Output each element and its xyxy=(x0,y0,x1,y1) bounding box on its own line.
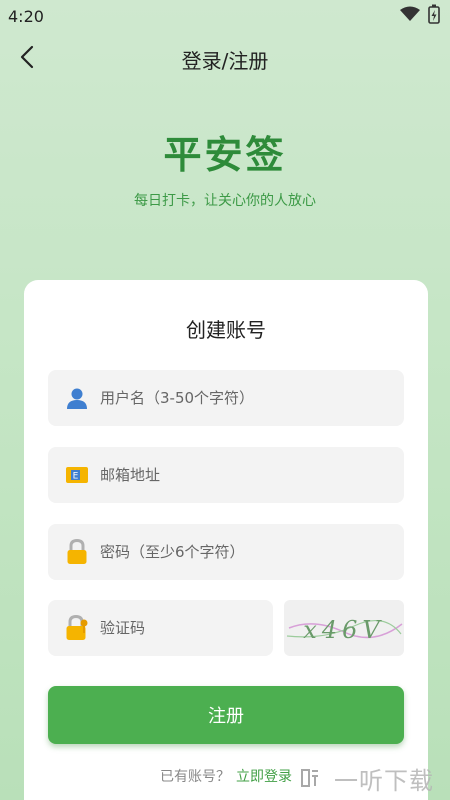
password-field[interactable] xyxy=(48,524,404,580)
watermark-text: 一听下载 xyxy=(334,766,434,795)
wifi-icon xyxy=(400,6,420,26)
email-icon: E xyxy=(64,462,90,488)
status-icons xyxy=(400,4,440,28)
captcha-input[interactable] xyxy=(100,619,260,637)
header: 登录/注册 xyxy=(0,32,450,86)
status-bar: 4:20 xyxy=(0,0,450,32)
username-input[interactable] xyxy=(100,389,380,407)
password-input[interactable] xyxy=(100,543,380,561)
email-field[interactable]: E xyxy=(48,447,404,503)
page-title: 登录/注册 xyxy=(181,48,269,73)
register-card: 创建账号 E x46V 注册 已有账号？ 立即登录 xyxy=(24,280,428,800)
brand-slogan: 每日打卡，让关心你的人放心 xyxy=(134,193,316,209)
back-arrow-icon xyxy=(19,45,35,73)
user-icon xyxy=(64,385,90,411)
form-title: 创建账号 xyxy=(186,318,266,342)
captcha-image[interactable]: x46V xyxy=(284,600,404,656)
username-field[interactable] xyxy=(48,370,404,426)
captcha-field[interactable] xyxy=(48,600,273,656)
login-prompt: 已有账号？ xyxy=(160,769,230,785)
captcha-text: x46V xyxy=(303,616,384,644)
lock-icon xyxy=(64,539,90,565)
lock-key-icon xyxy=(64,615,90,641)
svg-text:E: E xyxy=(73,472,79,482)
register-button[interactable]: 注册 xyxy=(48,686,404,744)
watermark: 一听下载 xyxy=(292,756,450,800)
back-button[interactable] xyxy=(12,44,42,74)
login-link[interactable]: 立即登录 xyxy=(236,769,292,785)
status-time: 4:20 xyxy=(8,6,44,26)
email-input[interactable] xyxy=(100,466,380,484)
brand-name: 平安签 xyxy=(163,133,287,177)
battery-icon xyxy=(428,4,440,28)
watermark-logo-icon xyxy=(292,760,328,796)
